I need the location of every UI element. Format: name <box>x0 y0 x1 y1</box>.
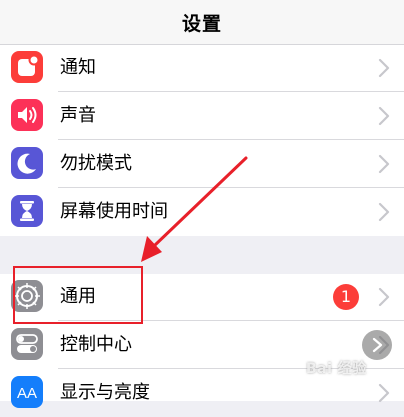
chevron-right-icon <box>378 58 390 78</box>
screen-time-hourglass-icon <box>11 195 43 227</box>
settings-row-label: 通知 <box>60 57 96 78</box>
notification-badge: 1 <box>333 284 359 310</box>
chevron-right-icon <box>378 287 390 307</box>
watermark-text: Bai 经验 <box>306 361 367 377</box>
row-divider <box>58 187 404 188</box>
row-divider <box>58 91 404 92</box>
settings-row-label: 屏幕使用时间 <box>60 201 168 222</box>
annotation-highlight-box <box>13 266 143 324</box>
chevron-right-icon <box>378 106 390 126</box>
nav-bar: 设置 <box>0 0 404 45</box>
settings-row-notifications[interactable]: 通知 <box>0 45 404 92</box>
settings-row-label: 勿扰模式 <box>60 153 132 174</box>
chevron-right-icon <box>378 202 390 222</box>
row-divider <box>58 139 404 140</box>
settings-row-do-not-disturb[interactable]: 勿扰模式 <box>0 141 404 188</box>
settings-row-label: 声音 <box>60 105 96 126</box>
settings-row-label: 控制中心 <box>60 334 132 355</box>
chevron-right-icon <box>378 154 390 174</box>
page-title: 设置 <box>181 13 222 35</box>
svg-text:AA: AA <box>17 385 37 402</box>
settings-row-sounds[interactable]: 声音 <box>0 93 404 140</box>
settings-row-screen-time[interactable]: 屏幕使用时间 <box>0 189 404 236</box>
display-brightness-icon: AA <box>11 376 43 408</box>
settings-group-1: 通知 声音 勿扰模式 屏幕使用时间 <box>0 45 404 236</box>
chevron-right-icon <box>378 383 390 403</box>
watermark-play-icon <box>362 330 392 360</box>
control-center-icon <box>11 328 43 360</box>
notifications-icon <box>11 51 43 83</box>
sounds-icon <box>11 99 43 131</box>
do-not-disturb-moon-icon <box>11 147 43 179</box>
